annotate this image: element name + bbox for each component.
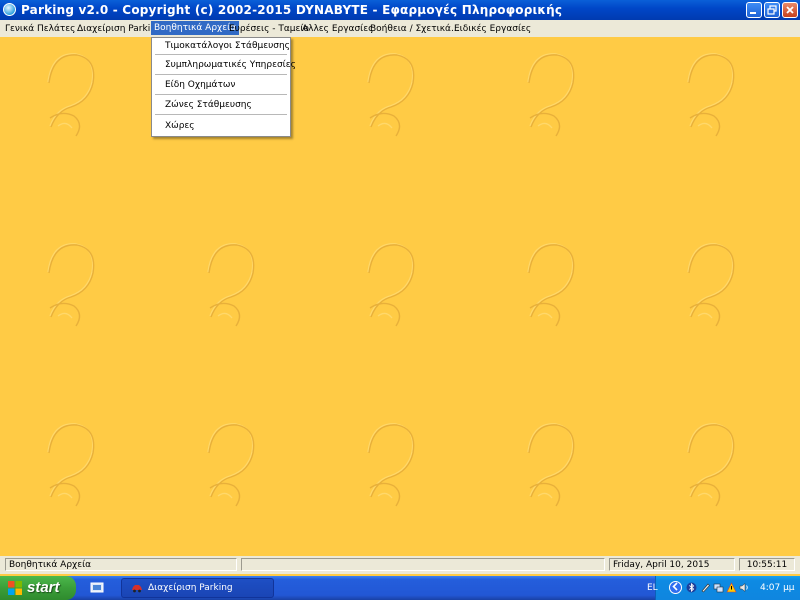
chevron-left-icon [672, 582, 678, 591]
watermark-logo-icon [350, 230, 430, 330]
status-hint: Βοηθητικά Αρχεία [5, 558, 237, 571]
menu-separator [155, 54, 287, 55]
network-icon[interactable] [713, 582, 724, 593]
status-middle-panel [241, 558, 605, 571]
watermark-logo-icon [350, 410, 430, 510]
menu-separator [155, 74, 287, 75]
watermark-logo-icon [190, 230, 270, 330]
show-desktop-icon[interactable] [90, 581, 104, 595]
status-date: Friday, April 10, 2015 [609, 558, 735, 571]
watermark-logo-icon [350, 40, 430, 140]
start-label: start [27, 579, 60, 596]
security-alert-icon[interactable] [726, 582, 737, 593]
minimize-button[interactable] [746, 2, 762, 18]
start-button[interactable]: start [0, 576, 76, 600]
watermark-logo-icon [510, 230, 590, 330]
watermark-logo-icon [30, 410, 110, 510]
system-tray: EL 4:07 μμ [647, 576, 800, 600]
minimize-icon [750, 12, 756, 14]
language-indicator[interactable]: EL [647, 583, 658, 593]
dropdown-item-supplementary-services[interactable]: Συμπληρωματικές Υπηρεσίες [165, 60, 296, 70]
menu-special-tasks[interactable]: Ειδικές Εργασίες [451, 22, 534, 36]
window-title: Parking v2.0 - Copyright (c) 2002-2015 D… [21, 3, 563, 17]
watermark-logo-icon [510, 40, 590, 140]
menu-separator [155, 114, 287, 115]
dropdown-item-vehicle-types[interactable]: Είδη Οχημάτων [165, 80, 235, 90]
menu-help-about[interactable]: Βοήθεια / Σχετικά... [367, 22, 463, 36]
title-bar[interactable]: Parking v2.0 - Copyright (c) 2002-2015 D… [0, 0, 800, 20]
watermark-logo-icon [30, 40, 110, 140]
restore-button[interactable] [764, 2, 780, 18]
taskbar-item-parking[interactable]: Διαχείριση Parking [121, 578, 274, 598]
status-time: 10:55:11 [739, 558, 795, 571]
pen-tool-icon[interactable] [700, 582, 711, 593]
menu-customers[interactable]: Πελάτες [34, 22, 78, 36]
windows-logo-icon [8, 581, 22, 595]
close-button[interactable] [782, 2, 798, 18]
watermark-logo-icon [190, 410, 270, 510]
menu-bar: Γενικά Πελάτες Διαχείριση Parking Βοηθητ… [0, 20, 800, 37]
close-icon [786, 6, 794, 14]
watermark-logo-icon [670, 40, 750, 140]
taskbar: start Διαχείριση Parking EL 4:07 μμ [0, 576, 800, 600]
status-bar: Βοηθητικά Αρχεία Friday, April 10, 2015 … [0, 556, 800, 574]
volume-icon[interactable] [739, 582, 750, 593]
car-icon [132, 585, 142, 593]
watermark-logo-icon [670, 230, 750, 330]
tray-clock[interactable]: 4:07 μμ [760, 583, 795, 593]
dropdown-item-countries[interactable]: Χώρες [165, 121, 195, 131]
watermark-logo-icon [510, 410, 590, 510]
watermark-logo-icon [30, 230, 110, 330]
show-hidden-icons-button[interactable] [669, 581, 682, 594]
app-icon[interactable] [3, 3, 16, 16]
dropdown-item-parking-price-lists[interactable]: Τιμοκατάλογοι Στάθμευσης [165, 41, 290, 51]
taskbar-item-label: Διαχείριση Parking [148, 583, 233, 593]
menu-general[interactable]: Γενικά [2, 22, 37, 36]
bluetooth-icon[interactable] [686, 582, 697, 593]
menu-separator [155, 94, 287, 95]
auxiliary-files-dropdown: Τιμοκατάλογοι Στάθμευσης Συμπληρωματικές… [151, 37, 296, 137]
menu-other-tasks[interactable]: Αλλες Εργασίες [299, 22, 376, 36]
restore-icon [767, 5, 777, 15]
watermark-logo-icon [670, 410, 750, 510]
dropdown-item-parking-zones[interactable]: Ζώνες Στάθμευσης [165, 100, 252, 110]
